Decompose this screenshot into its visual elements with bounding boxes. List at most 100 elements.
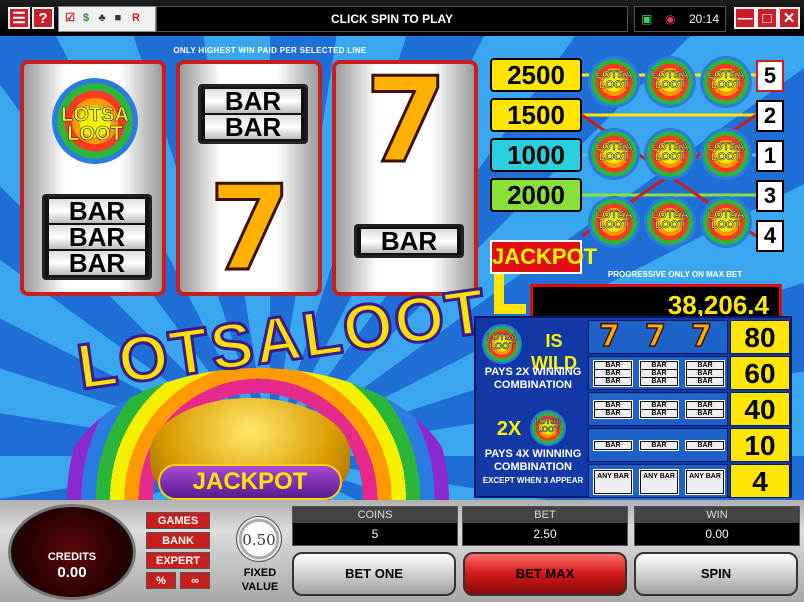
title-bar: ☰ ? ☑ $ ♣ ■ R CLICK SPIN TO PLAY ▣ ◉ 20:… xyxy=(0,0,804,36)
lotsa-loot-coin: LOTSA LOOT xyxy=(644,128,696,180)
single-bar-symbol: BAR xyxy=(593,440,633,451)
lotsa-loot-symbol: LOTSA LOOT xyxy=(52,78,138,164)
credits-label: CREDITS xyxy=(47,551,97,563)
maximize-button[interactable]: □ xyxy=(756,7,778,29)
games-button[interactable]: GAMES xyxy=(146,512,210,529)
single-bar-symbol: BAR xyxy=(639,440,679,451)
clock-panel: ▣ ◉ 20:14 xyxy=(634,6,726,32)
lotsa-loot-coin: LOTSA LOOT xyxy=(700,196,752,248)
paytable-sevens: 7 7 7 xyxy=(588,320,728,354)
reel-1: LOTSA LOOT BAR BAR BAR xyxy=(20,60,166,296)
double-bar-symbol: BAR BAR xyxy=(593,400,633,419)
lotsa-loot-symbol: LOTSA LOOT xyxy=(530,410,566,446)
payout-value: 40 xyxy=(730,392,790,426)
tool-palette: ☑ $ ♣ ■ R xyxy=(58,6,156,32)
lotsa-loot-symbol: LOTSA LOOT xyxy=(482,324,522,364)
rules-tool-icon[interactable]: R xyxy=(129,11,143,25)
lotsa-loot-coin: LOTSA LOOT xyxy=(700,56,752,108)
payline-number[interactable]: 2 xyxy=(756,100,784,132)
minimize-button[interactable]: — xyxy=(734,7,756,29)
double-bar-symbol: BAR BAR xyxy=(685,400,725,419)
dollar-tool-icon[interactable]: $ xyxy=(79,11,93,25)
paytable-any-bars: ANY BAR ANY BAR ANY BAR xyxy=(588,464,728,498)
coin-value-selector[interactable]: 0.50 xyxy=(232,510,288,566)
payline-number[interactable]: 3 xyxy=(756,180,784,212)
credits-value: 0.00 xyxy=(57,564,87,581)
payline-amount: 1000 xyxy=(490,138,582,172)
single-bar-symbol: BAR xyxy=(685,440,725,451)
clock: 20:14 xyxy=(688,12,719,26)
seven-symbol: 7 xyxy=(363,51,448,189)
triple-bar-symbol: BAR BAR BAR xyxy=(639,360,679,387)
expert-button[interactable]: EXPERT xyxy=(146,552,210,569)
chart-tool-icon[interactable]: ■ xyxy=(111,11,125,25)
win-display: WIN 0.00 xyxy=(634,506,800,546)
reel-2: BAR BAR 7 xyxy=(176,60,322,296)
game-area: ONLY HIGHEST WIN PAID PER SELECTED LINE … xyxy=(0,36,804,500)
coins-label: COINS xyxy=(293,507,457,523)
lotsa-loot-coin: LOTSA LOOT xyxy=(588,128,640,180)
lotsa-loot-logo: JACKPOT LOTSALOOT xyxy=(40,273,493,500)
percent-button[interactable]: % xyxy=(146,572,176,589)
arrow-icon xyxy=(494,274,526,314)
user-icon[interactable]: ◉ xyxy=(665,7,675,31)
lotsa-loot-coin: LOTSA LOOT xyxy=(588,196,640,248)
triple-bar-symbol: BAR BAR BAR xyxy=(685,360,725,387)
credits-display: CREDITS 0.00 xyxy=(8,504,136,600)
payline-number[interactable]: 1 xyxy=(756,140,784,172)
payline-number[interactable]: 4 xyxy=(756,220,784,252)
pay-table: LOTSA LOOT IS WILD PAYS 2X WINNING COMBI… xyxy=(474,316,792,498)
seven-symbol: 7 xyxy=(598,319,620,354)
pays-4x-text: PAYS 4X WINNING COMBINATION xyxy=(484,448,582,473)
spin-button[interactable]: SPIN xyxy=(634,552,798,596)
progressive-note: PROGRESSIVE ONLY ON MAX BET xyxy=(607,270,743,279)
paytable-triple-bars: BAR BAR BAR BAR BAR BAR BAR BAR BAR xyxy=(588,356,728,390)
autoplay-icon[interactable]: ∞ xyxy=(180,572,210,589)
cards-tool-icon[interactable]: ♣ xyxy=(95,11,109,25)
bank-button[interactable]: BANK xyxy=(146,532,210,549)
lotsa-loot-coin: LOTSA LOOT xyxy=(644,56,696,108)
coin-chip[interactable]: 0.50 xyxy=(236,516,282,562)
triple-bar-symbol: BAR BAR BAR xyxy=(42,194,152,280)
bet-max-button[interactable]: BET MAX xyxy=(463,552,627,596)
payout-value: 80 xyxy=(730,320,790,354)
bet-value: 2.50 xyxy=(533,527,557,541)
seven-symbol: 7 xyxy=(207,159,292,297)
two-x-label: 2X xyxy=(496,418,522,440)
status-message: CLICK SPIN TO PLAY xyxy=(156,6,628,32)
triple-bar-symbol: BAR BAR BAR xyxy=(593,360,633,387)
coins-display: COINS 5 xyxy=(292,506,458,546)
payline-amount: 1500 xyxy=(490,98,582,132)
jackpot-label: JACKPOT xyxy=(490,240,597,274)
payout-value: 60 xyxy=(730,356,790,390)
payline-number[interactable]: 5 xyxy=(756,60,784,92)
pay-notice: ONLY HIGHEST WIN PAID PER SELECTED LINE xyxy=(173,46,367,55)
lotsa-loot-coin: LOTSA LOOT xyxy=(588,56,640,108)
bet-one-button[interactable]: BET ONE xyxy=(292,552,456,596)
network-icon: ▣ xyxy=(641,12,653,26)
fixed-value-label: FIXED VALUE xyxy=(241,567,279,593)
checkbox-tool-icon[interactable]: ☑ xyxy=(63,11,77,25)
pays-2x-text: PAYS 2X WINNING COMBINATION xyxy=(484,366,582,391)
payout-value: 4 xyxy=(730,464,790,498)
double-bar-symbol: BAR BAR xyxy=(639,400,679,419)
reel-3: 7 BAR xyxy=(332,51,478,296)
any-bar-symbol: ANY BAR xyxy=(685,469,725,495)
paytable-single-bars: BAR BAR BAR xyxy=(588,428,728,462)
payline-table: 2500 1500 1000 2000 LOTSA LOOT LOTSA LOO… xyxy=(490,56,790,326)
paytable-double-bars: BAR BAR BAR BAR BAR BAR xyxy=(588,392,728,426)
seven-symbol: 7 xyxy=(690,319,712,354)
win-value: 0.00 xyxy=(705,527,729,541)
payline-amount: 2500 xyxy=(490,58,582,92)
help-button[interactable]: ? xyxy=(32,7,54,29)
pot-jackpot-label: JACKPOT xyxy=(158,464,342,500)
any-bar-symbol: ANY BAR xyxy=(639,469,679,495)
payout-value: 10 xyxy=(730,428,790,462)
settings-icon[interactable]: ☰ xyxy=(8,7,30,29)
lotsa-loot-coin: LOTSA LOOT xyxy=(700,128,752,180)
bet-label: BET xyxy=(463,507,627,523)
coins-value: 5 xyxy=(371,527,379,541)
single-bar-symbol: BAR xyxy=(354,224,464,258)
payline-amount: 2000 xyxy=(490,178,582,212)
close-button[interactable]: ✕ xyxy=(778,7,800,29)
